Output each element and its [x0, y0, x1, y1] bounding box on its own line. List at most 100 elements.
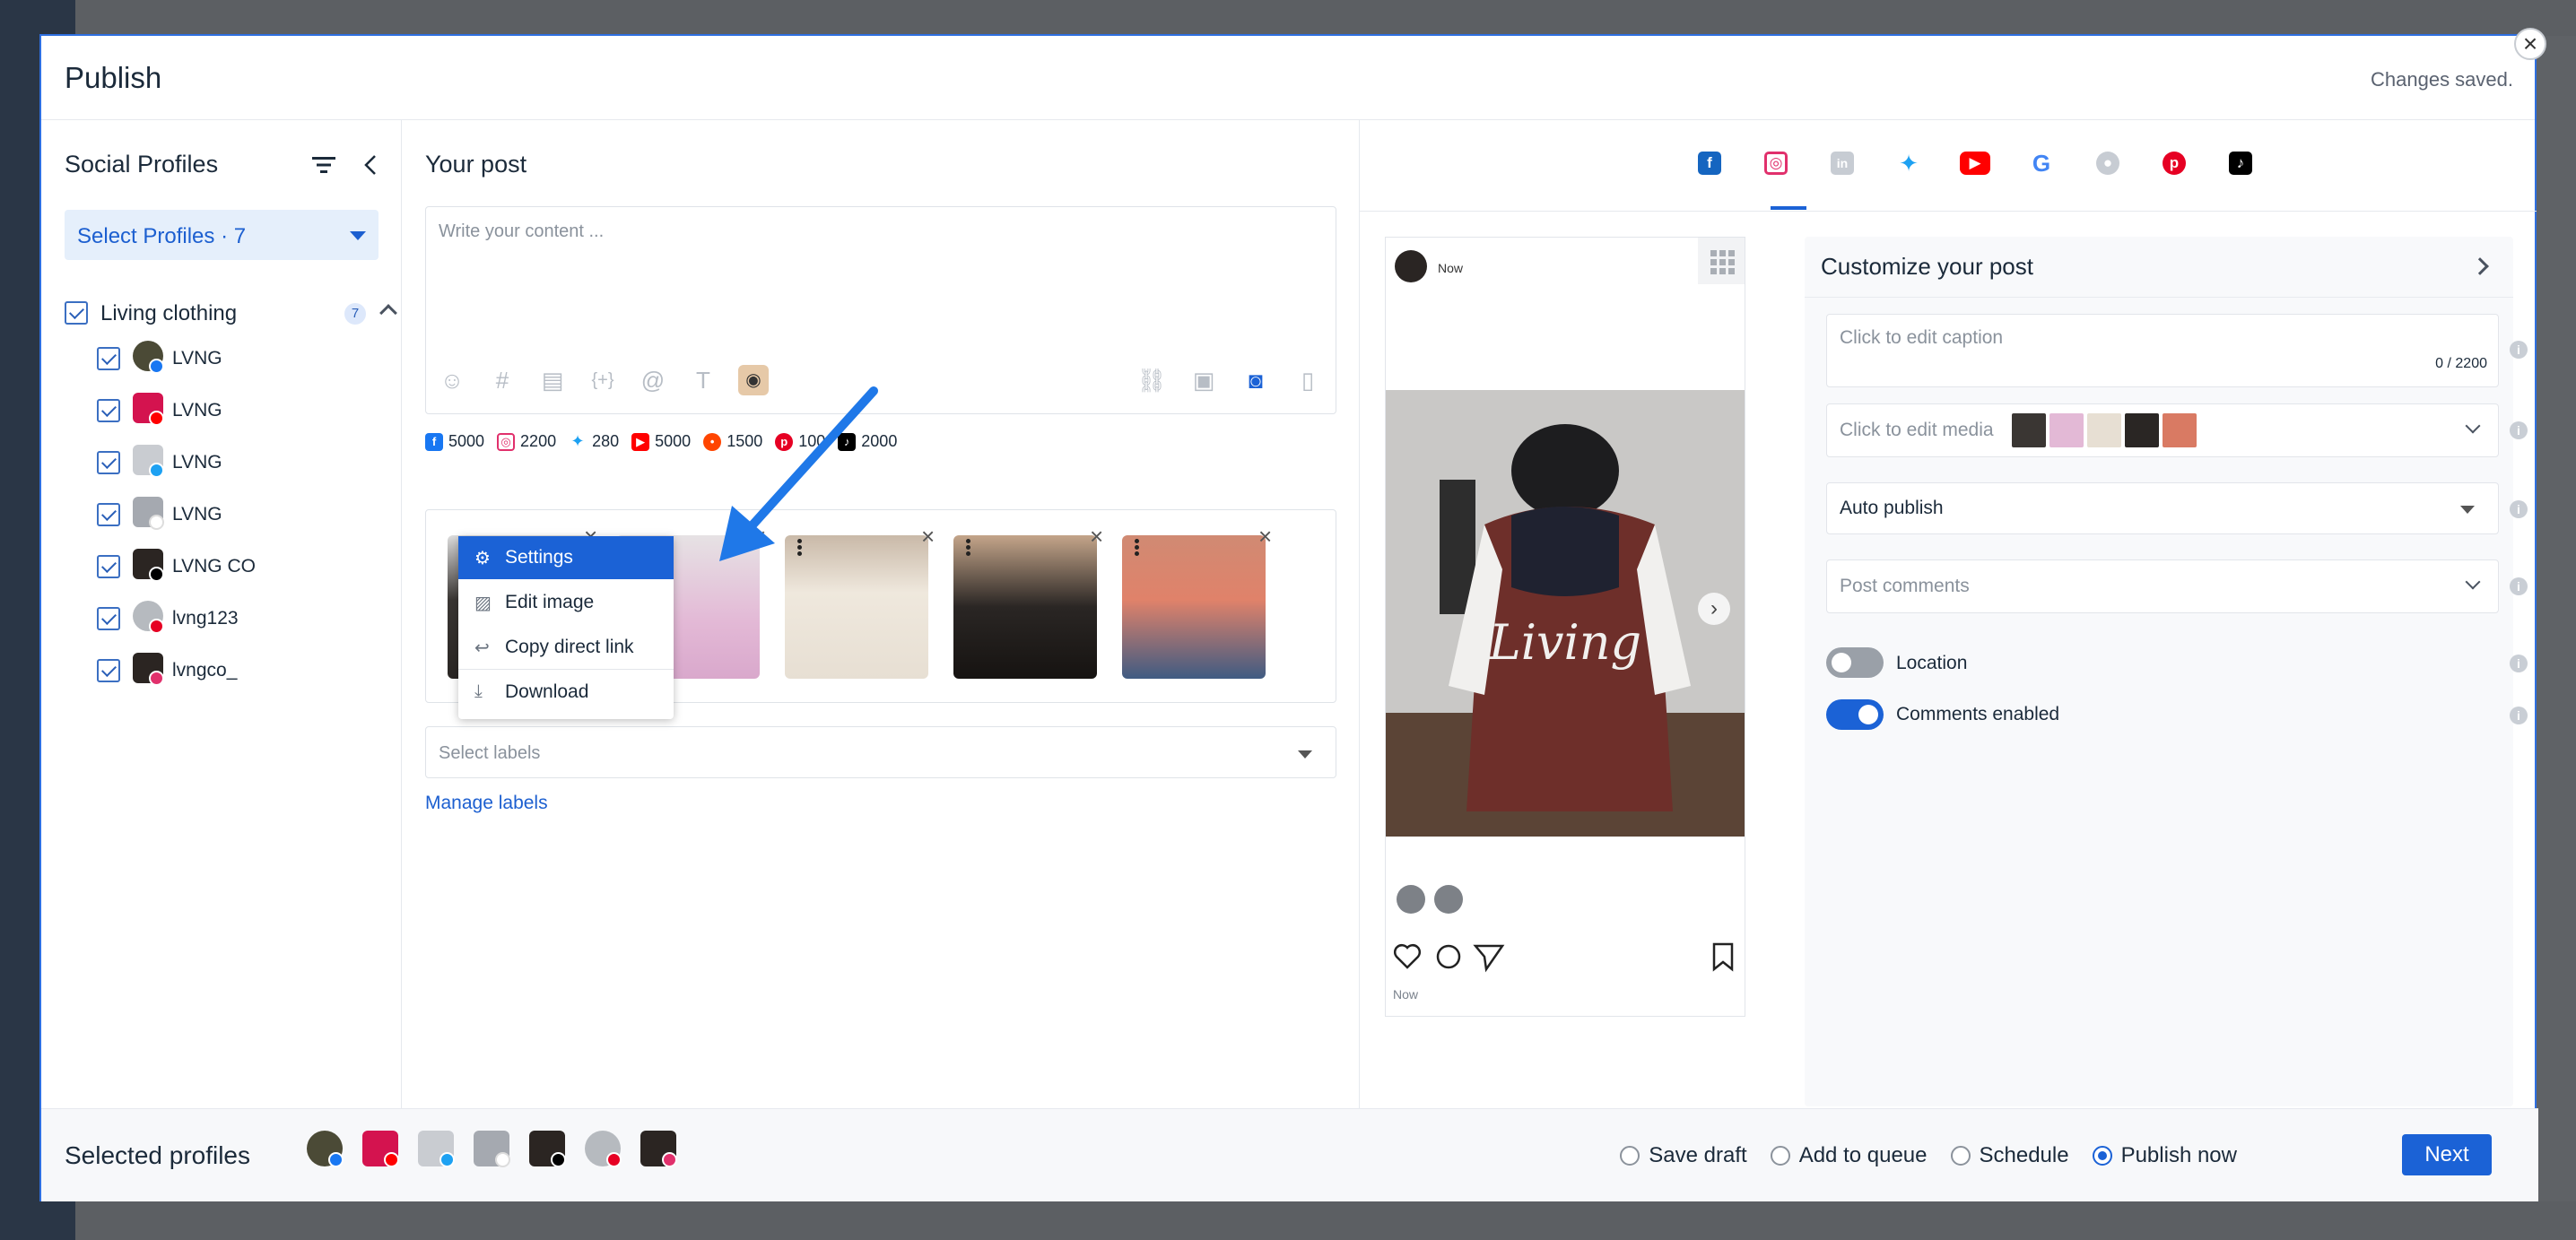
product-tag-icon[interactable] — [1434, 885, 1463, 914]
avatar[interactable] — [362, 1131, 399, 1167]
tab-linkedin[interactable]: in — [1824, 145, 1860, 181]
profile-item[interactable]: LVNG CO — [97, 549, 384, 585]
post-comments-field[interactable]: Post comments — [1826, 559, 2499, 613]
video-icon[interactable]: ▣ — [1188, 365, 1219, 395]
tab-pinterest[interactable]: p — [2156, 145, 2192, 181]
youtube-badge-icon — [149, 411, 164, 426]
snippet-icon[interactable]: ▤ — [537, 365, 568, 395]
tab-facebook[interactable]: f — [1692, 145, 1727, 181]
caption-placeholder: Click to edit caption — [1840, 327, 2004, 348]
option-publish-now[interactable]: Publish now — [2092, 1143, 2237, 1168]
profile-item[interactable]: LVNG — [97, 341, 384, 377]
profile-checkbox[interactable] — [97, 399, 120, 422]
chevron-right-icon[interactable]: › — [1698, 593, 1730, 625]
chevron-left-icon[interactable] — [361, 152, 382, 178]
radio-button[interactable] — [1620, 1146, 1640, 1166]
select-profiles-label: Select Profiles · 7 — [77, 224, 247, 248]
chevron-up-icon[interactable] — [379, 304, 397, 322]
info-icon[interactable]: i — [2510, 577, 2528, 595]
profile-group-row[interactable]: Living clothing 7 — [65, 296, 397, 332]
customize-header[interactable]: Customize your post — [1805, 237, 2513, 298]
mention-icon[interactable]: @ — [638, 365, 668, 395]
avatar[interactable] — [585, 1131, 622, 1167]
tab-twitter[interactable]: ✦ — [1891, 145, 1927, 181]
profile-checkbox[interactable] — [97, 607, 120, 630]
media-thumbnail[interactable] — [1122, 535, 1266, 679]
facebook-icon: f — [1698, 152, 1721, 175]
filter-icon[interactable] — [310, 154, 337, 176]
limit-value: 5000 — [448, 432, 485, 450]
labels-dropdown[interactable]: Select labels — [425, 726, 1336, 778]
option-save-draft[interactable]: Save draft — [1620, 1143, 1747, 1168]
user-tag-icon[interactable] — [1397, 885, 1425, 914]
info-icon[interactable]: i — [2510, 707, 2528, 724]
avatar[interactable] — [640, 1131, 677, 1167]
hashtag-icon[interactable]: # — [487, 365, 518, 395]
option-add-to-queue[interactable]: Add to queue — [1770, 1143, 1928, 1168]
profile-checkbox[interactable] — [97, 451, 120, 474]
option-schedule[interactable]: Schedule — [1950, 1143, 2069, 1168]
profile-item[interactable]: LVNG — [97, 445, 384, 481]
remove-media-icon[interactable]: × — [921, 523, 935, 551]
info-icon[interactable]: i — [2510, 655, 2528, 672]
heart-icon[interactable] — [1393, 943, 1422, 969]
select-profiles-dropdown[interactable]: Select Profiles · 7 — [65, 210, 379, 260]
info-icon[interactable]: i — [2510, 341, 2528, 359]
radio-button[interactable] — [2092, 1146, 2112, 1166]
avatar[interactable] — [529, 1131, 566, 1167]
camera-icon[interactable]: ◙ — [1240, 365, 1271, 395]
pinterest-badge-icon — [606, 1152, 622, 1167]
radio-button[interactable] — [1950, 1146, 1971, 1166]
close-modal-button[interactable]: × — [2514, 28, 2546, 60]
profile-checkbox[interactable] — [97, 503, 120, 526]
more-options-icon[interactable] — [961, 537, 975, 560]
variable-icon[interactable]: {+} — [587, 365, 618, 395]
tab-youtube[interactable]: ▶ — [1957, 145, 1993, 181]
tab-reddit[interactable]: ● — [2090, 145, 2126, 181]
document-icon[interactable]: ▯ — [1292, 365, 1323, 395]
content-editor[interactable]: Write your content ... ☺ # ▤ {+} @ T ◉ ⛓… — [425, 206, 1336, 414]
remove-media-icon[interactable]: × — [1258, 523, 1272, 551]
profile-checkbox[interactable] — [97, 659, 120, 682]
caption-counter: 0 / 2200 — [2435, 356, 2487, 371]
bookmark-icon[interactable] — [1712, 942, 1734, 972]
caption-field[interactable]: Click to edit caption 0 / 2200 — [1826, 314, 2499, 387]
menu-item-settings[interactable]: ⚙ Settings — [458, 536, 674, 579]
tab-google[interactable]: G — [2023, 145, 2059, 181]
media-thumbnail[interactable] — [953, 535, 1097, 679]
comment-icon[interactable] — [1436, 944, 1461, 969]
menu-item-copy-link[interactable]: ↩ Copy direct link — [458, 626, 674, 669]
avatar[interactable] — [474, 1131, 510, 1167]
twitter-badge-icon — [149, 463, 164, 478]
more-options-icon[interactable] — [1129, 537, 1144, 560]
emoji-icon[interactable]: ☺ — [437, 365, 467, 395]
share-icon[interactable] — [1473, 944, 1505, 973]
avatar[interactable] — [418, 1131, 455, 1167]
menu-item-edit-image[interactable]: ▨ Edit image — [458, 581, 674, 624]
media-field[interactable]: Click to edit media — [1826, 403, 2499, 457]
info-icon[interactable]: i — [2510, 421, 2528, 439]
manage-labels-link[interactable]: Manage labels — [425, 793, 548, 814]
profile-item[interactable]: lvngco_ — [97, 653, 384, 689]
link-icon[interactable]: ⛓ — [1136, 365, 1167, 395]
tab-instagram[interactable]: ◎ — [1758, 145, 1794, 181]
location-toggle[interactable] — [1826, 647, 1884, 678]
grid-icon[interactable] — [1698, 238, 1745, 284]
remove-media-icon[interactable]: × — [1090, 523, 1103, 551]
comments-enabled-toggle[interactable] — [1826, 699, 1884, 730]
radio-button[interactable] — [1770, 1146, 1790, 1166]
tab-tiktok[interactable]: ♪ — [2223, 145, 2258, 181]
profile-checkbox[interactable] — [97, 347, 120, 370]
group-checkbox[interactable] — [65, 301, 88, 325]
menu-item-download[interactable]: ⤓ Download — [458, 671, 674, 714]
caret-down-icon — [1298, 750, 1312, 759]
profile-item[interactable]: LVNG — [97, 393, 384, 429]
profile-checkbox[interactable] — [97, 555, 120, 578]
next-button[interactable]: Next — [2402, 1134, 2492, 1175]
info-icon[interactable]: i — [2510, 500, 2528, 518]
option-label: Save draft — [1649, 1143, 1747, 1167]
avatar[interactable] — [307, 1131, 344, 1167]
profile-item[interactable]: lvng123 — [97, 601, 384, 637]
auto-publish-select[interactable]: Auto publish — [1826, 482, 2499, 534]
profile-item[interactable]: LVNG — [97, 497, 384, 533]
